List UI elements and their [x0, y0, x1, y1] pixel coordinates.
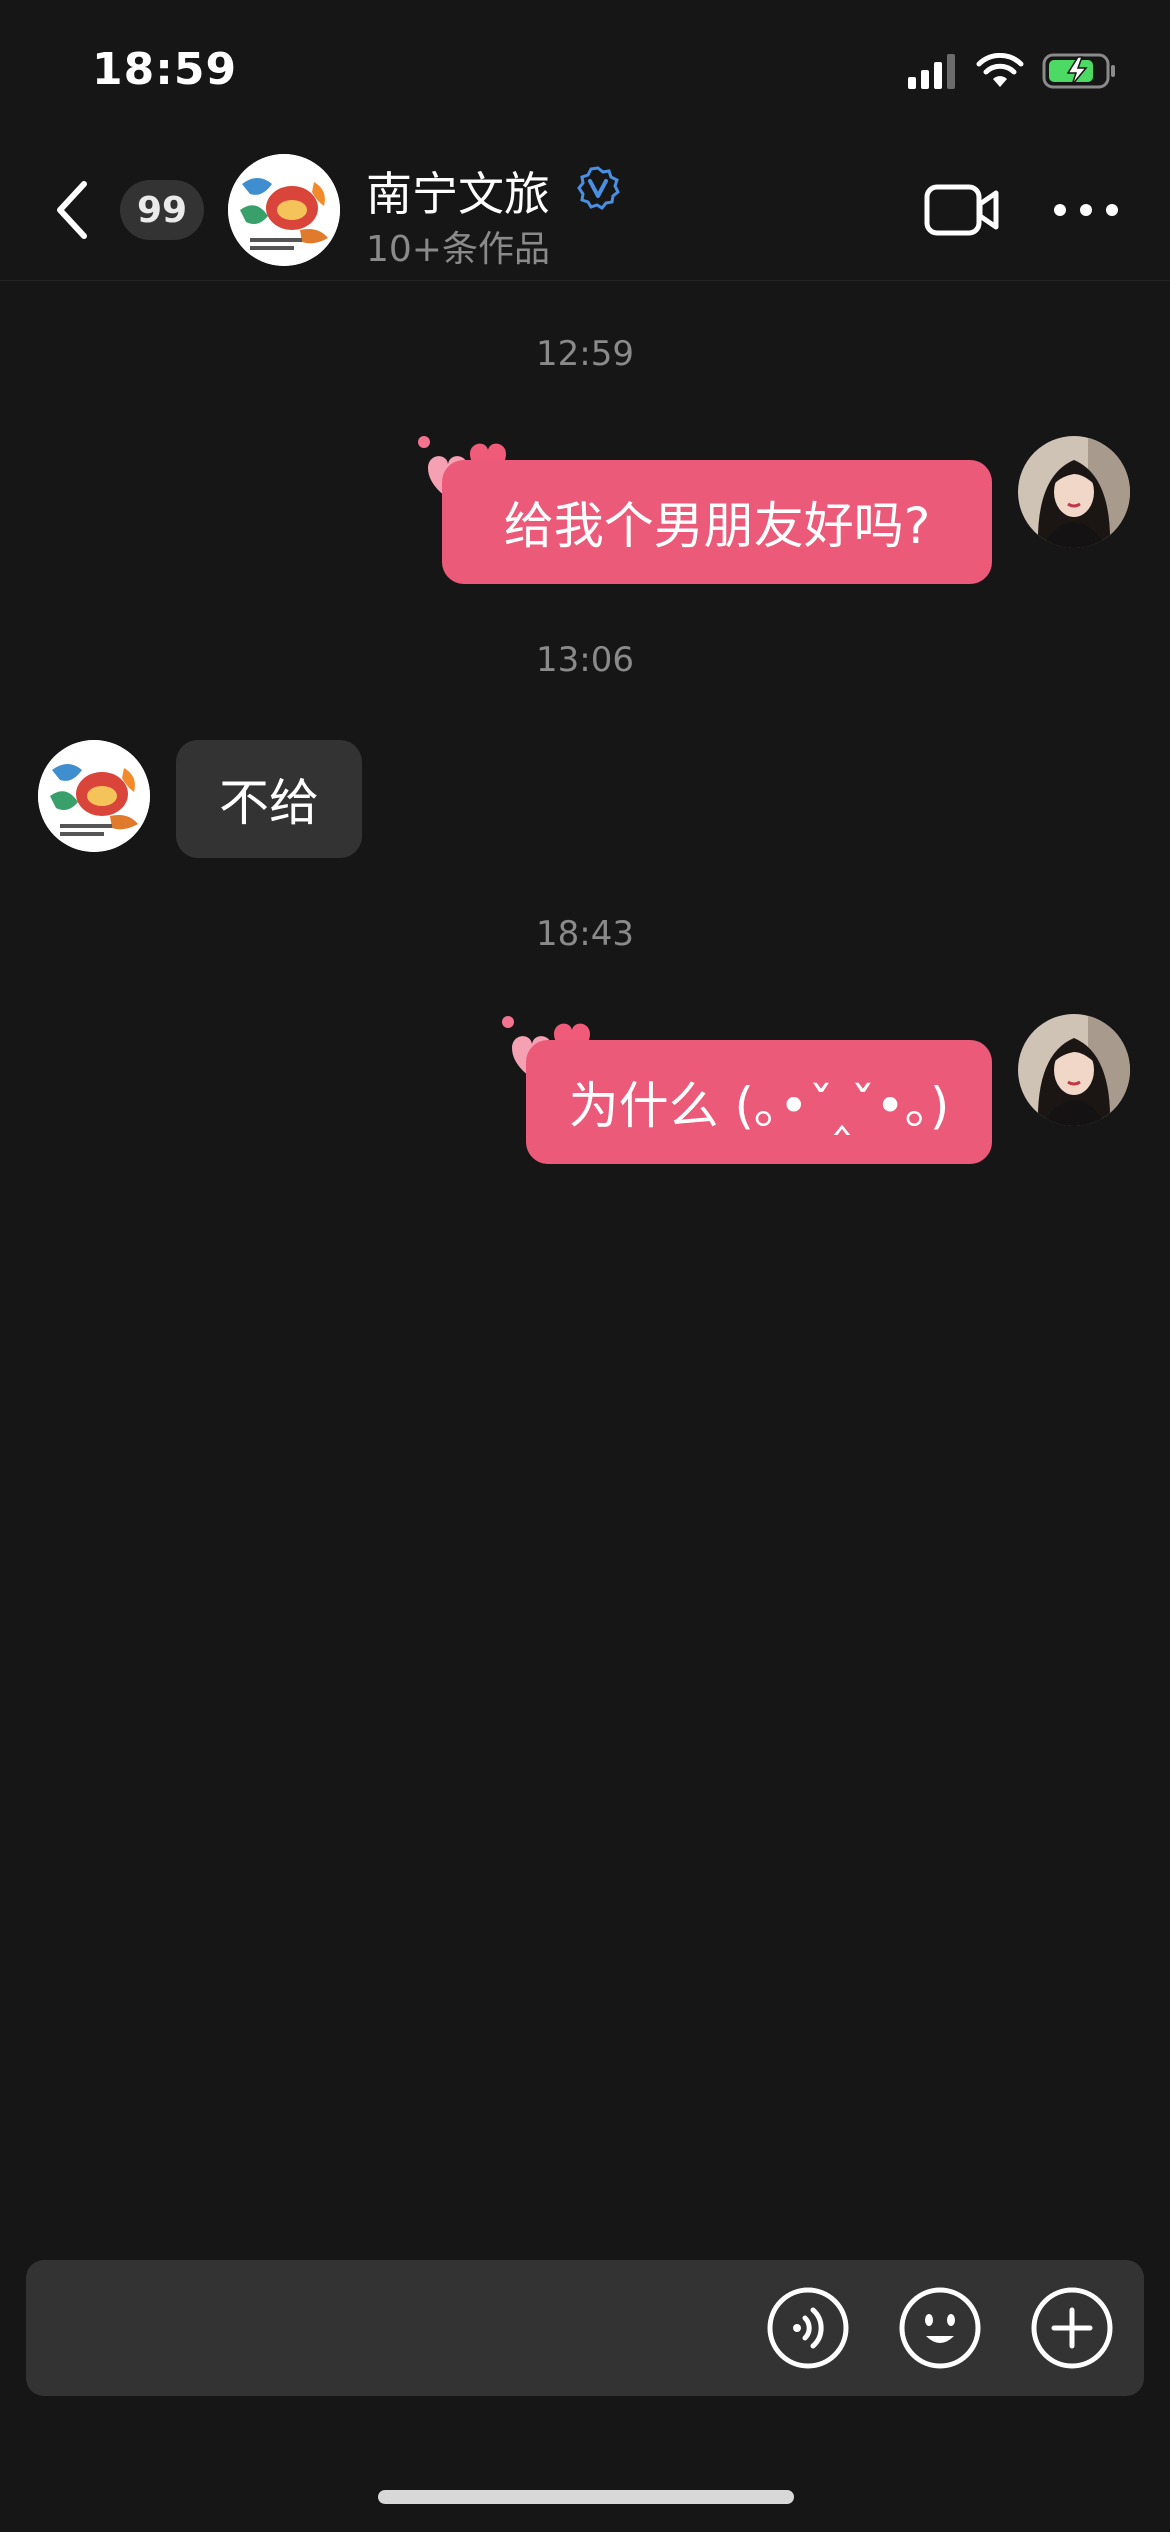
message-timestamp: 18:43: [536, 914, 634, 954]
add-icon[interactable]: [1030, 2286, 1114, 2370]
message-bubble-sent[interactable]: 为什么 (｡•ˇ‸ˇ•｡): [526, 1040, 992, 1164]
contact-name[interactable]: 南宁文旅: [366, 158, 550, 224]
more-options-button[interactable]: [1054, 192, 1118, 228]
battery-icon: [1042, 53, 1115, 89]
message-text: 不给: [219, 774, 319, 832]
status-time: 18:59: [92, 44, 238, 95]
dot-icon: [1054, 204, 1066, 216]
unread-badge[interactable]: 99: [120, 180, 204, 240]
emoji-icon[interactable]: [898, 2286, 982, 2370]
voice-message-icon[interactable]: [766, 2286, 850, 2370]
message-bubble-received[interactable]: 不给: [176, 740, 362, 858]
video-call-icon[interactable]: [924, 180, 1000, 240]
contact-message-avatar[interactable]: [38, 740, 150, 852]
dot-icon: [1106, 204, 1118, 216]
wifi-icon: [976, 53, 1024, 87]
chat-header: 99 南宁文旅 10+条作品: [0, 140, 1170, 281]
my-avatar[interactable]: [1018, 1014, 1130, 1126]
message-timestamp: 12:59: [536, 334, 634, 374]
message-bubble-sent[interactable]: 给我个男朋友好吗?: [442, 460, 992, 584]
my-avatar[interactable]: [1018, 436, 1130, 548]
home-indicator[interactable]: [378, 2490, 794, 2504]
avatar-icon: [1018, 436, 1130, 548]
contact-subtitle[interactable]: 10+条作品: [366, 220, 550, 272]
avatar-icon: [1018, 1014, 1130, 1126]
dot-icon: [1080, 204, 1092, 216]
status-bar: 18:59: [0, 0, 1170, 140]
verified-icon: [577, 166, 620, 210]
signal-icon: [908, 54, 955, 89]
logo-icon: [228, 154, 340, 266]
chevron-left-icon: [57, 181, 87, 239]
message-text: 给我个男朋友好吗?: [503, 497, 931, 555]
logo-icon: [38, 740, 150, 852]
contact-avatar[interactable]: [228, 154, 340, 266]
status-icons: [908, 52, 1118, 90]
message-input-bar: [26, 2260, 1144, 2396]
message-timestamp: 13:06: [536, 640, 634, 680]
message-text: 为什么 (｡•ˇ‸ˇ•｡): [568, 1077, 950, 1135]
message-input[interactable]: [56, 2280, 756, 2376]
back-button[interactable]: [46, 176, 98, 244]
